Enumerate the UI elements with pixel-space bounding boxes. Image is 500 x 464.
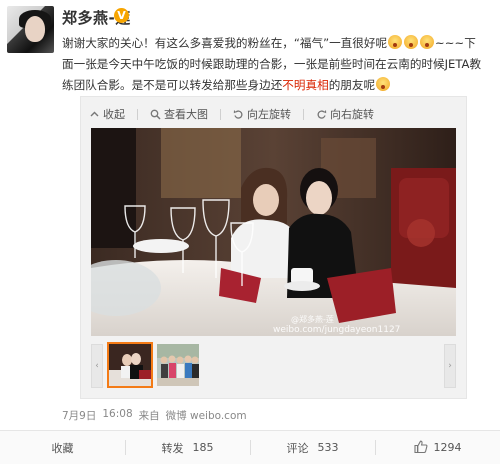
repost-button[interactable]: 转发 185 xyxy=(125,431,250,464)
toolbar-divider xyxy=(303,108,304,120)
surprised-emoji-icon xyxy=(404,35,419,49)
post-text-line3a: 练团队合影。是不是可以转发给那些身边还 xyxy=(62,78,283,92)
user-avatar[interactable] xyxy=(7,6,54,53)
post-from-prefix: 来自 xyxy=(138,410,160,422)
thumbs-up-icon xyxy=(413,440,428,456)
surprised-emoji-icon xyxy=(388,35,403,49)
magnifier-icon xyxy=(150,109,161,120)
comment-count: 533 xyxy=(317,441,339,454)
collapse-icon xyxy=(89,109,100,120)
rotate-left-icon xyxy=(233,109,244,120)
rotate-left-button[interactable]: 向左旋转 xyxy=(233,105,291,123)
post-text-line3b: 的朋友呢 xyxy=(328,78,376,92)
view-large-label: 查看大图 xyxy=(164,108,208,121)
rotate-right-icon xyxy=(316,109,327,120)
post-text-line2: 面一张是今天中午吃饭的时候跟助理的合影，一张是前些时间在云南的时候JETA教 xyxy=(62,57,482,71)
rotate-right-button[interactable]: 向右旋转 xyxy=(316,105,374,123)
post-source[interactable]: 微博 weibo.com xyxy=(166,408,247,423)
thumb-prev-arrow[interactable]: ‹ xyxy=(91,344,103,388)
weibo-post-card: 郑多燕-莲 V 谢谢大家的关心！有这么多喜爱我的粉丝在，“福气”一直很好呢 ~~~… xyxy=(0,0,500,464)
photo-watermark-url: weibo.com/jungdayeon1127 xyxy=(273,325,400,335)
collapse-label: 收起 xyxy=(103,108,125,121)
thumbnail-1[interactable] xyxy=(107,342,153,388)
action-bar: 收藏 转发 185 评论 533 1294 xyxy=(0,430,500,464)
post-text-line1a: 谢谢大家的关心！有这么多喜爱我的粉丝在，“福气”一直很好呢 xyxy=(62,36,388,50)
thumbnail-2-image xyxy=(157,344,199,386)
photo-watermark-user: @郑多燕-莲 xyxy=(291,314,334,324)
post-text-line1b: ~~~下 xyxy=(435,36,476,50)
post-time[interactable]: 16:08 xyxy=(102,408,132,423)
surprised-emoji-icon xyxy=(420,35,435,49)
comment-button[interactable]: 评论 533 xyxy=(250,431,375,464)
repost-count: 185 xyxy=(192,441,214,454)
rotate-left-label: 向左旋转 xyxy=(247,108,291,121)
post-meta: 7月9日 16:08 来自 微博 weibo.com xyxy=(62,408,247,423)
like-count: 1294 xyxy=(433,441,462,454)
thumbnail-strip: ‹ › xyxy=(91,342,456,388)
media-toolbar: 收起 查看大图 向左旋转 向右旋转 xyxy=(89,105,386,123)
comment-label: 评论 xyxy=(286,441,309,455)
repost-label: 转发 xyxy=(161,441,184,455)
favorite-button[interactable]: 收藏 xyxy=(0,431,125,464)
media-box: 收起 查看大图 向左旋转 向右旋转 @郑多燕-莲 weibo.com/jungd… xyxy=(80,96,467,399)
verified-badge-icon: V xyxy=(114,8,129,23)
avatar-face xyxy=(25,16,45,42)
rotate-right-label: 向右旋转 xyxy=(330,108,374,121)
like-button[interactable]: 1294 xyxy=(375,431,500,464)
main-photo[interactable]: @郑多燕-莲 weibo.com/jungdayeon1127 xyxy=(91,128,456,336)
thumb-next-arrow[interactable]: › xyxy=(444,344,456,388)
thumbnail-2[interactable] xyxy=(157,344,199,386)
toolbar-divider xyxy=(137,108,138,120)
smile-emoji-icon xyxy=(376,77,391,91)
post-date[interactable]: 7月9日 xyxy=(62,408,96,423)
collapse-button[interactable]: 收起 xyxy=(89,105,125,123)
view-large-button[interactable]: 查看大图 xyxy=(150,105,208,123)
favorite-label: 收藏 xyxy=(51,441,74,455)
toolbar-divider xyxy=(220,108,221,120)
post-text: 谢谢大家的关心！有这么多喜爱我的粉丝在，“福气”一直很好呢 ~~~下 面一张是今天… xyxy=(62,33,487,96)
thumbnail-1-image xyxy=(109,344,151,386)
main-photo-image: @郑多燕-莲 weibo.com/jungdayeon1127 xyxy=(91,128,456,336)
post-text-highlight: 不明真相 xyxy=(282,78,329,92)
